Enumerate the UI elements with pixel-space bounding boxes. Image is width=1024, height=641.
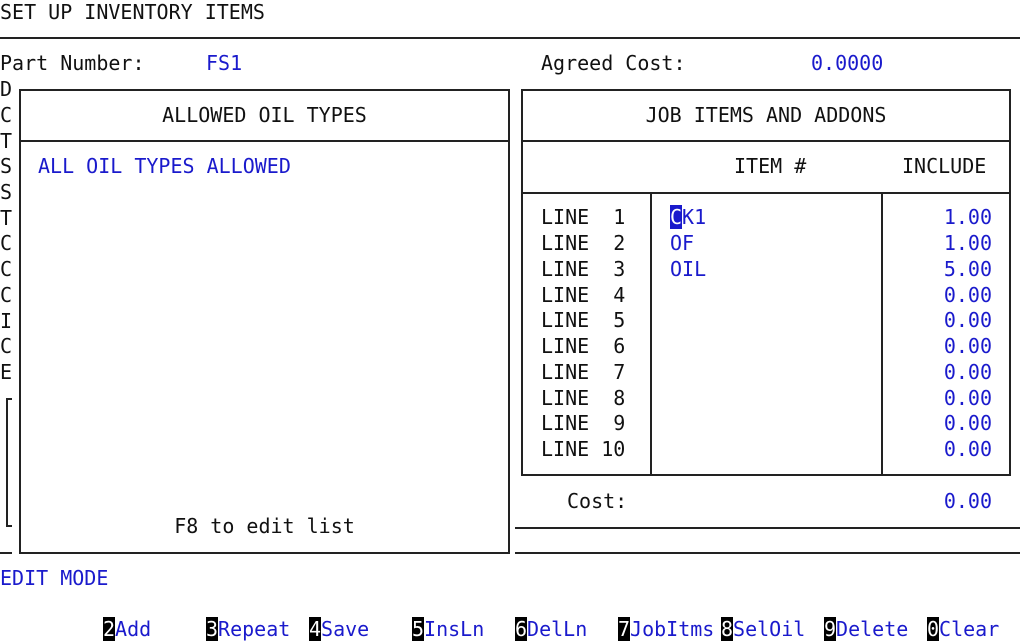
left-letter: C — [0, 257, 13, 281]
cost-value: 0.00 — [943, 489, 992, 513]
line-label: LINE 6 — [541, 334, 626, 358]
fkey-number: 3 — [206, 617, 219, 641]
include-value[interactable]: 0.00 — [892, 360, 992, 384]
col-include-header: INCLUDE — [902, 154, 987, 178]
delete-line-button[interactable]: 6DelLn — [515, 617, 587, 641]
line-label: LINE 7 — [541, 360, 626, 384]
fkey-label: Save — [321, 617, 370, 641]
item-number-field[interactable]: CK1 — [670, 205, 706, 229]
select-oil-button[interactable]: 8SelOil — [721, 617, 805, 641]
left-bracket-bottom — [6, 525, 12, 527]
text-cursor: C — [670, 205, 683, 229]
fkey-label: InsLn — [424, 617, 485, 641]
include-value[interactable]: 1.00 — [892, 231, 992, 255]
include-value[interactable]: 0.00 — [892, 437, 992, 461]
fkey-number: 6 — [515, 617, 528, 641]
part-number-value[interactable]: FS1 — [206, 51, 242, 75]
left-letter: C — [0, 283, 13, 307]
left-letter: C — [0, 231, 13, 255]
bottom-divider-left — [0, 552, 12, 554]
include-value[interactable]: 0.00 — [892, 283, 992, 307]
cost-underline — [515, 527, 1020, 529]
job-panel-title: JOB ITEMS AND ADDONS — [645, 103, 887, 127]
line-label: LINE 3 — [541, 257, 626, 281]
left-letter: T — [0, 206, 13, 230]
agreed-cost-label: Agreed Cost: — [541, 51, 686, 75]
fkey-number: 8 — [721, 617, 734, 641]
left-letter: S — [0, 180, 13, 204]
line-label: LINE 1 — [541, 205, 626, 229]
oil-panel-title: ALLOWED OIL TYPES — [162, 103, 367, 127]
include-value[interactable]: 5.00 — [892, 257, 992, 281]
fkey-label: Delete — [836, 617, 909, 641]
include-value[interactable]: 0.00 — [892, 334, 992, 358]
fkey-label: Clear — [939, 617, 1000, 641]
include-value[interactable]: 1.00 — [892, 205, 992, 229]
fkey-label: DelLn — [527, 617, 588, 641]
oil-panel-header-divider — [19, 140, 510, 142]
repeat-button[interactable]: 3Repeat — [206, 617, 290, 641]
fkey-label: JobItms — [630, 617, 715, 641]
left-letter: I — [0, 309, 13, 333]
fkey-label: Repeat — [218, 617, 291, 641]
line-label: LINE 4 — [541, 283, 626, 307]
clear-button[interactable]: 0Clear — [927, 617, 999, 641]
screen-title: SET UP INVENTORY ITEMS — [0, 0, 265, 24]
fkey-number: 5 — [412, 617, 425, 641]
mode-indicator: EDIT MODE — [0, 566, 109, 590]
job-items-button[interactable]: 7JobItms — [618, 617, 714, 641]
left-letter: T — [0, 129, 13, 153]
include-value[interactable]: 0.00 — [892, 411, 992, 435]
fkey-label: Add — [115, 617, 152, 641]
oil-type-entry[interactable]: ALL OIL TYPES ALLOWED — [38, 154, 291, 178]
left-letter: E — [0, 360, 13, 384]
cost-label: Cost: — [567, 489, 628, 513]
bottom-divider-right — [515, 552, 1020, 554]
fkey-label: SelOil — [733, 617, 806, 641]
line-label: LINE 8 — [541, 386, 626, 410]
part-number-label: Part Number: — [0, 51, 145, 75]
insert-line-button[interactable]: 5InsLn — [412, 617, 484, 641]
col-item-header: ITEM # — [734, 154, 807, 178]
line-label: LINE 9 — [541, 411, 626, 435]
line-label: LINE 5 — [541, 308, 626, 332]
left-letter: C — [0, 103, 13, 127]
left-bracket — [6, 398, 8, 526]
fkey-number: 4 — [309, 617, 322, 641]
save-button[interactable]: 4Save — [309, 617, 369, 641]
job-panel-col-sep-2 — [881, 192, 883, 476]
include-value[interactable]: 0.00 — [892, 386, 992, 410]
fkey-number: 9 — [824, 617, 837, 641]
delete-button[interactable]: 9Delete — [824, 617, 908, 641]
line-label: LINE 2 — [541, 231, 626, 255]
line-label: LINE 10 — [541, 437, 626, 461]
add-button[interactable]: 2Add — [103, 617, 151, 641]
job-panel-columns-divider — [521, 192, 1011, 194]
job-panel-header-divider — [521, 140, 1011, 142]
item-number-field[interactable]: OIL — [670, 257, 706, 281]
title-divider — [0, 37, 1020, 39]
item-number-field[interactable]: OF — [670, 231, 694, 255]
left-bracket-top — [6, 398, 12, 400]
fkey-number: 0 — [927, 617, 940, 641]
agreed-cost-value[interactable]: 0.0000 — [811, 51, 883, 75]
oil-edit-hint: F8 to edit list — [174, 514, 355, 538]
item-number-text: K1 — [682, 205, 707, 229]
fkey-number: 2 — [103, 617, 116, 641]
include-value[interactable]: 0.00 — [892, 308, 992, 332]
fkey-number: 7 — [618, 617, 631, 641]
job-panel-col-sep-1 — [650, 192, 652, 476]
left-letter: C — [0, 334, 13, 358]
left-letter: S — [0, 154, 13, 178]
left-letter: D — [0, 77, 13, 101]
